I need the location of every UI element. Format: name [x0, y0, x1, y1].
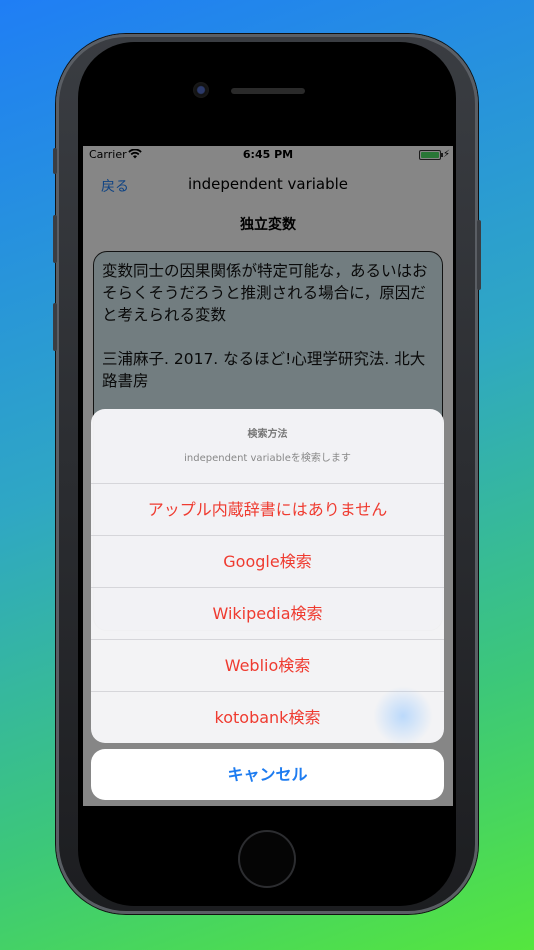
volume-up-button	[53, 215, 57, 263]
wikipedia-search-option[interactable]: Wikipedia検索	[91, 587, 444, 638]
earpiece-speaker	[231, 88, 305, 94]
app-screen: Carrier 6:45 PM ⚡ 戻る independent variabl…	[83, 146, 453, 806]
action-sheet-message: independent variableを検索します	[184, 453, 351, 464]
google-search-option[interactable]: Google検索	[91, 535, 444, 586]
cancel-button[interactable]: キャンセル	[91, 749, 444, 800]
weblio-search-option[interactable]: Weblio検索	[91, 639, 444, 690]
volume-down-button	[53, 303, 57, 351]
action-sheet-title: 検索方法	[247, 429, 288, 440]
apple-dictionary-option[interactable]: アップル内蔵辞書にはありません	[91, 483, 444, 534]
power-button	[477, 220, 481, 290]
mute-switch	[53, 148, 57, 174]
touch-indicator	[373, 686, 433, 746]
front-camera	[193, 82, 209, 98]
home-button[interactable]	[238, 830, 296, 888]
